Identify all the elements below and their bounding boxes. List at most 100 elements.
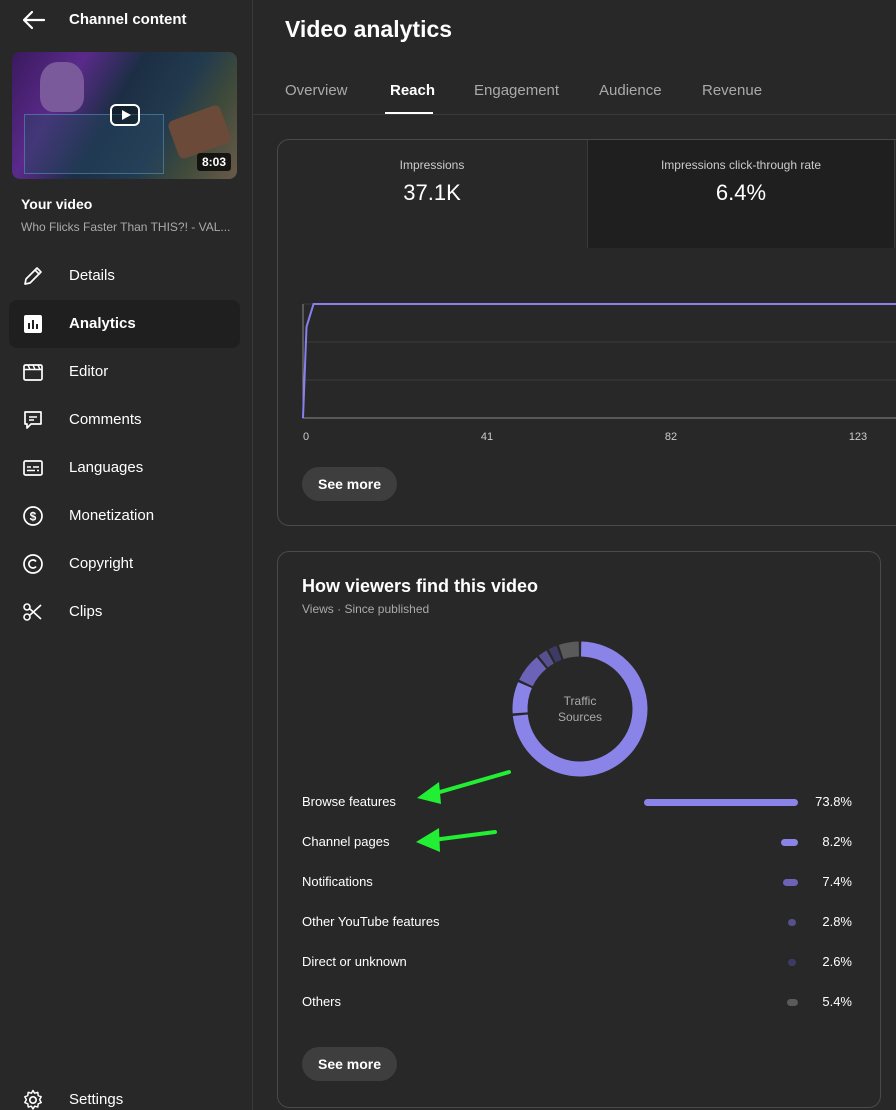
sidebar-item-details[interactable]: Details xyxy=(9,252,240,300)
clapperboard-icon xyxy=(23,364,43,381)
traffic-sources-card: How viewers find this video Views · Sinc… xyxy=(277,551,881,1108)
traffic-source-bar xyxy=(781,839,798,846)
x-tick-label: 82 xyxy=(665,431,677,443)
sidebar-item-label: Editor xyxy=(69,363,109,380)
traffic-source-percent: 8.2% xyxy=(822,834,852,849)
traffic-source-row: Browse features 73.8% xyxy=(302,792,852,812)
sidebar-header: Channel content xyxy=(0,0,252,40)
scissors-icon xyxy=(23,603,42,621)
play-icon[interactable] xyxy=(110,104,140,126)
sidebar-item-monetization[interactable]: $ Monetization xyxy=(9,492,240,540)
tab-revenue[interactable]: Revenue xyxy=(702,82,762,99)
donut-slice[interactable] xyxy=(558,641,580,660)
traffic-source-percent: 5.4% xyxy=(822,994,852,1009)
chart-axis xyxy=(302,304,896,419)
donut-label-line1: Traffic xyxy=(564,694,597,708)
donut-slice[interactable] xyxy=(538,650,554,668)
donut-slice[interactable] xyxy=(519,657,547,687)
impressions-series-line xyxy=(302,303,896,419)
traffic-source-percent: 2.6% xyxy=(822,954,852,969)
donut-label-line2: Sources xyxy=(558,710,602,724)
traffic-source-percent: 7.4% xyxy=(822,874,852,889)
main-content: Video analytics Overview Reach Engagemen… xyxy=(253,0,896,1110)
metric-value: 37.1K xyxy=(403,180,461,205)
video-thumbnail[interactable]: 8:03 xyxy=(12,52,237,179)
sidebar-item-label: Clips xyxy=(69,603,103,620)
traffic-donut-chart: Traffic Sources xyxy=(512,641,648,777)
sidebar-item-settings[interactable]: Settings xyxy=(9,1076,240,1110)
traffic-source-bar xyxy=(788,919,796,926)
copyright-icon xyxy=(23,554,43,574)
sidebar-item-clips[interactable]: Clips xyxy=(9,588,240,636)
traffic-source-row: Direct or unknown 2.6% xyxy=(302,952,852,972)
card-subtitle: Views · Since published xyxy=(302,602,430,616)
traffic-source-name: Direct or unknown xyxy=(302,954,407,969)
see-more-button[interactable]: See more xyxy=(302,1047,398,1081)
svg-text:$: $ xyxy=(30,510,37,524)
traffic-source-percent: 2.8% xyxy=(822,914,852,929)
video-duration: 8:03 xyxy=(196,153,231,171)
sidebar-item-copyright[interactable]: Copyright xyxy=(9,540,240,588)
donut-slice[interactable] xyxy=(512,682,532,714)
see-more-button[interactable]: See more xyxy=(302,467,398,501)
metric-impressions[interactable]: Impressions 37.1K xyxy=(278,140,586,248)
traffic-source-bar xyxy=(644,799,798,806)
pencil-icon xyxy=(24,267,42,285)
traffic-source-name: Notifications xyxy=(302,874,373,889)
thumbnail-person xyxy=(40,62,84,112)
settings-label: Settings xyxy=(69,1091,124,1108)
traffic-source-bar xyxy=(787,999,798,1006)
traffic-source-bar xyxy=(788,959,796,966)
metric-label: Impressions xyxy=(399,158,465,172)
sidebar-item-languages[interactable]: Languages xyxy=(9,444,240,492)
tabs-divider xyxy=(253,114,896,115)
impressions-line-chart: 0 41 82 123 xyxy=(302,303,896,443)
sidebar-item-label: Languages xyxy=(69,459,144,476)
subtitles-icon xyxy=(23,460,43,476)
traffic-source-name: Others xyxy=(302,994,342,1009)
sidebar-item-editor[interactable]: Editor xyxy=(9,348,240,396)
metric-label: Impressions click-through rate xyxy=(660,158,822,172)
gear-icon xyxy=(24,1089,42,1110)
analytics-icon xyxy=(24,315,42,333)
tab-engagement[interactable]: Engagement xyxy=(474,82,559,99)
traffic-source-percent: 73.8% xyxy=(815,794,852,809)
sidebar-item-label: Details xyxy=(69,267,115,284)
traffic-source-name: Channel pages xyxy=(302,834,390,849)
thumbnail-weapon xyxy=(166,103,233,161)
traffic-source-name: Other YouTube features xyxy=(302,914,440,929)
comment-icon xyxy=(24,411,42,429)
traffic-source-row: Other YouTube features 2.8% xyxy=(302,912,852,932)
tab-reach[interactable]: Reach xyxy=(390,82,435,99)
sidebar-item-label: Monetization xyxy=(69,507,155,524)
traffic-source-row: Notifications 7.4% xyxy=(302,872,852,892)
thumbnail-hud xyxy=(24,114,164,174)
metric-value: 6.4% xyxy=(715,180,767,205)
donut-slice[interactable] xyxy=(548,645,562,663)
video-title: Who Flicks Faster Than THIS?! - VAL... xyxy=(21,220,231,234)
sidebar-item-label: Analytics xyxy=(69,315,136,332)
sidebar-item-label: Comments xyxy=(69,411,142,428)
traffic-source-bar xyxy=(783,879,798,886)
metric-ctr[interactable]: Impressions click-through rate 6.4% xyxy=(587,140,895,248)
sidebar-nav: Details Analytics Editor Comments Langua… xyxy=(9,252,240,636)
sidebar-title: Channel content xyxy=(69,11,187,28)
sidebar: Channel content 8:03 Your video Who Flic… xyxy=(0,0,253,1110)
dollar-icon: $ xyxy=(23,506,43,526)
tab-overview[interactable]: Overview xyxy=(285,82,348,99)
x-tick-label: 41 xyxy=(481,431,493,443)
card-title: How viewers find this video xyxy=(302,576,539,596)
your-video-label: Your video xyxy=(21,196,93,212)
sidebar-item-comments[interactable]: Comments xyxy=(9,396,240,444)
sidebar-item-label: Copyright xyxy=(69,555,134,572)
tab-audience[interactable]: Audience xyxy=(599,82,662,99)
x-tick-label: 0 xyxy=(303,431,309,443)
traffic-source-row: Others 5.4% xyxy=(302,992,852,1012)
page-title: Video analytics xyxy=(285,16,453,42)
back-arrow-icon[interactable] xyxy=(20,8,46,32)
traffic-source-row: Channel pages 8.2% xyxy=(302,832,852,852)
traffic-source-name: Browse features xyxy=(302,794,396,809)
sidebar-item-analytics[interactable]: Analytics xyxy=(9,300,240,348)
x-tick-label: 123 xyxy=(849,431,867,443)
reach-card: Impressions 37.1K Impressions click-thro… xyxy=(277,139,896,526)
